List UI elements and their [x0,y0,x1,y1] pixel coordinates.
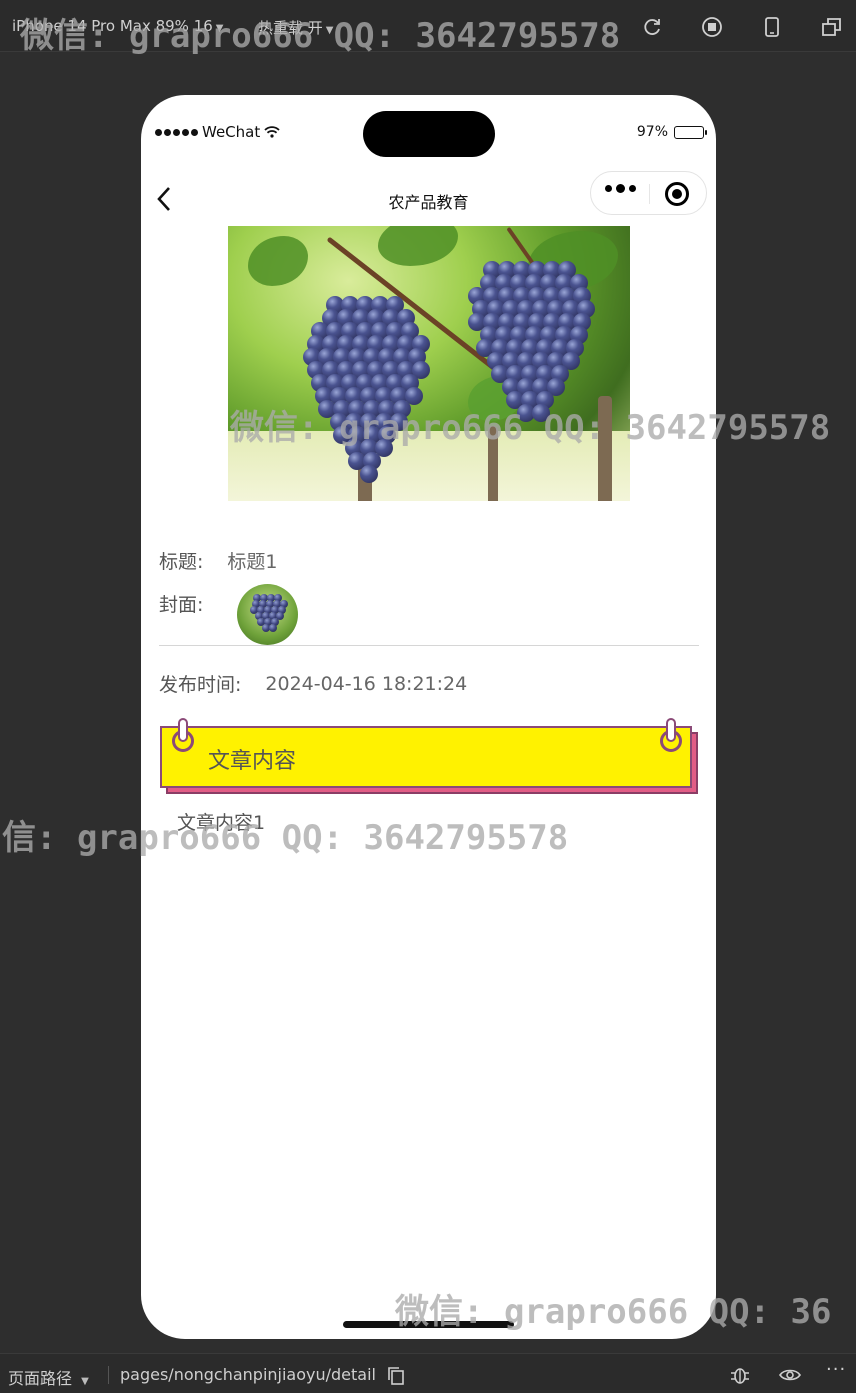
refresh-icon[interactable] [641,16,663,38]
battery-icon [674,125,707,139]
cover-label: 封面: [159,594,204,616]
divider [159,645,699,646]
article-hero-image [228,226,630,501]
navigation-bar: 农产品教育 [141,171,716,225]
article-content: 文章内容1 [177,812,266,834]
cover-row: 封面: [159,590,203,617]
device-selector[interactable]: iPhone 14 Pro Max 89% 16 ▼ [12,17,224,35]
close-miniprogram-icon[interactable] [665,182,689,206]
binder-ring-icon [660,718,682,752]
chevron-down-icon: ▼ [81,1376,89,1387]
publish-time-value: 2024-04-16 18:21:24 [265,672,468,695]
title-value: 标题1 [227,551,278,573]
chevron-down-icon: ▼ [215,23,224,34]
carrier-label: WeChat [202,123,261,141]
page-path: pages/nongchanpinjiaoyu/detail [120,1365,376,1384]
content-header-title: 文章内容 [208,749,297,774]
menu-capsule [590,171,707,215]
binder-ring-icon [172,718,194,752]
phone-preview-icon[interactable] [761,16,783,38]
home-indicator [343,1321,514,1328]
stop-icon[interactable] [701,16,723,38]
dynamic-island [363,111,495,157]
content-header: 文章内容 [160,718,692,788]
wifi-icon [264,126,280,138]
battery-percent: 97% [636,124,668,140]
hot-reload-label: 热重载 开 [258,19,323,37]
more-icon[interactable]: ··· [826,1359,848,1380]
more-menu-icon[interactable] [605,184,636,193]
phone-simulator: WeChat 97% 农产品教育 标题: 标题1 封面: 发布时间: 2024-… [141,95,716,1339]
cover-thumbnail[interactable] [237,584,298,645]
page-path-selector[interactable]: 页面路径 ▼ [8,1365,89,1389]
devtools-toolbar: iPhone 14 Pro Max 89% 16 ▼ 热重载 开 ▼ [0,0,856,52]
page-path-value: pages/nongchanpinjiaoyu/detail [120,1365,376,1384]
chevron-down-icon: ▼ [325,25,334,36]
page-path-label: 页面路径 [8,1369,73,1388]
title-row: 标题: 标题1 [159,547,278,574]
devtools-statusbar: 页面路径 ▼ pages/nongchanpinjiaoyu/detail ··… [0,1353,856,1393]
bug-icon[interactable] [729,1365,751,1385]
eye-icon[interactable] [779,1365,801,1385]
title-label: 标题: [159,551,204,573]
publish-time-label: 发布时间: [159,674,242,696]
window-icon[interactable] [821,16,843,38]
publish-time-row: 发布时间: 2024-04-16 18:21:24 [159,670,467,697]
signal-icon [155,128,198,136]
hot-reload-toggle[interactable]: 热重载 开 ▼ [258,17,333,38]
status-bar-right: 97% [636,124,707,140]
status-bar-left: WeChat [155,123,280,141]
copy-icon[interactable] [386,1366,408,1386]
device-label: iPhone 14 Pro Max 89% 16 [12,17,213,35]
